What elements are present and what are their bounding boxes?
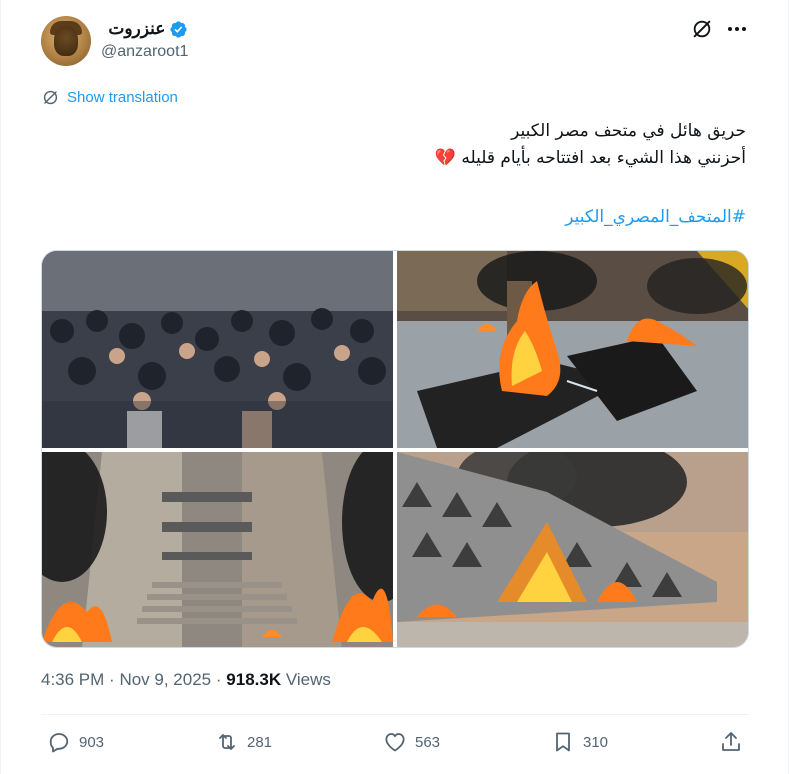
media-photo-staircase-fire[interactable] <box>42 452 393 647</box>
handle[interactable]: @anzaroot1 <box>101 43 188 61</box>
tweet-time[interactable]: 4:36 PM <box>41 670 104 689</box>
like-button[interactable]: 563 <box>383 730 440 754</box>
more-options-icon[interactable] <box>725 18 749 40</box>
bookmark-button[interactable]: 310 <box>551 730 608 754</box>
tweet-line-2: أحزنني هذا الشيء بعد افتتاحه بأيام قليله… <box>434 148 746 168</box>
reply-icon <box>49 733 69 753</box>
views-count: 918.3K <box>226 670 282 689</box>
tweet-card: عنزروت @anzaroot1 Show translation حريق … <box>0 0 789 774</box>
tweet-meta: 4:36 PM · Nov 9, 2025 · 918.3K Views <box>41 670 331 690</box>
like-count: 563 <box>415 733 441 751</box>
media-photo-facade-fire[interactable] <box>397 452 748 647</box>
views-label: Views <box>285 670 331 689</box>
bookmark-count: 310 <box>583 733 609 751</box>
show-translation-link[interactable]: Show translation <box>41 88 178 107</box>
avatar-face <box>54 26 78 56</box>
author-block: عنزروت @anzaroot1 <box>101 18 188 61</box>
repost-count: 281 <box>247 733 273 751</box>
media-photo-statue-fire[interactable] <box>397 251 748 448</box>
share-button[interactable] <box>719 730 743 754</box>
hashtag-link[interactable]: #المتحف_المصري_الكبير <box>565 207 746 227</box>
verified-badge-icon <box>170 20 188 38</box>
meta-separator-2: · <box>215 670 222 689</box>
show-translation-label[interactable]: Show translation <box>67 89 178 106</box>
repost-icon <box>219 734 235 750</box>
meta-separator: · <box>109 670 115 689</box>
tweet-line-1: حريق هائل في متحف مصر الكبير <box>511 121 746 141</box>
reply-button[interactable]: 903 <box>47 730 104 754</box>
reply-count: 903 <box>79 733 105 751</box>
tweet-text: حريق هائل في متحف مصر الكبير أحزنني هذا … <box>46 118 746 172</box>
divider <box>41 714 749 715</box>
repost-button[interactable]: 281 <box>215 730 272 754</box>
display-name[interactable]: عنزروت <box>108 19 165 39</box>
translate-icon <box>43 90 58 105</box>
media-grid <box>41 250 749 648</box>
bookmark-icon <box>556 732 570 752</box>
tweet-date[interactable]: Nov 9, 2025 <box>119 670 211 689</box>
heart-icon <box>385 733 405 752</box>
grok-icon[interactable] <box>691 18 713 40</box>
media-photo-crowd[interactable] <box>42 251 393 448</box>
display-name-row: عنزروت <box>101 18 188 40</box>
avatar[interactable] <box>41 16 91 66</box>
share-icon <box>722 732 740 751</box>
